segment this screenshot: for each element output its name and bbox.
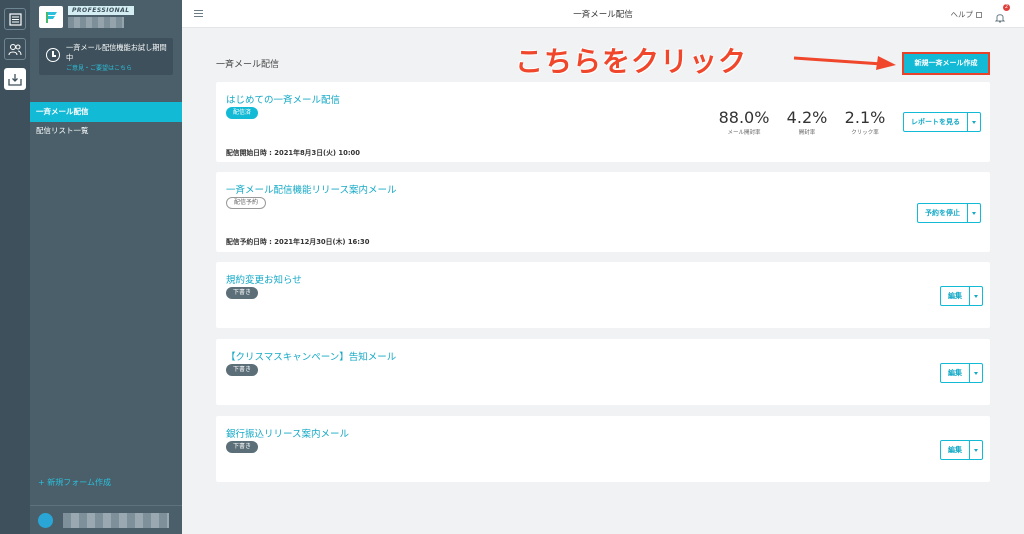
status-badge: 配信予約 [226, 197, 267, 209]
section-title: 一斉メール配信 [216, 60, 280, 70]
feedback-link[interactable]: ご意見・ご要望はこちら [66, 63, 132, 72]
stat-value: 2.1% [844, 108, 886, 127]
external-link-icon [976, 12, 982, 18]
account-name-redacted [68, 17, 124, 28]
stat-open-rate: 4.2% 開封率 [782, 108, 832, 136]
delivery-datetime: 配信開始日時 : 2021年8月3日(火) 10:00 [226, 149, 361, 157]
edit-button[interactable]: 編集 [941, 364, 970, 382]
campaign-card[interactable]: 規約変更お知らせ 下書き 編集 [216, 262, 990, 328]
stat-value: 4.2% [786, 108, 828, 127]
report-button-group: レポートを見る [903, 112, 981, 132]
clock-icon [46, 48, 60, 62]
create-bulk-mail-button[interactable]: 新規一斉メール作成 [902, 52, 990, 75]
status-badge: 下書き [226, 441, 259, 453]
plan-badge: PROFESSIONAL [68, 6, 134, 15]
help-link[interactable]: ヘルプ [950, 9, 982, 20]
notification-count: 2 [1003, 4, 1010, 11]
edit-button[interactable]: 編集 [941, 287, 970, 305]
chevron-down-icon [974, 371, 978, 375]
icon-rail [0, 0, 30, 534]
user-account[interactable] [30, 505, 182, 534]
chevron-down-icon [972, 211, 976, 215]
stat-label: クリック率 [851, 130, 879, 136]
stop-schedule-button[interactable]: 予約を停止 [918, 204, 968, 222]
annotation-arrow-icon [793, 56, 896, 70]
chevron-down-icon [974, 448, 978, 452]
campaign-card[interactable]: 一斉メール配信機能リリース案内メール 配信予約 配信予約日時 : 2021年12… [216, 172, 990, 252]
campaign-title[interactable]: 銀行振込リリース案内メール [226, 426, 349, 440]
stop-schedule-button-group: 予約を停止 [917, 203, 981, 223]
top-bar: 一斉メール配信 ヘルプ 2 [182, 0, 1024, 28]
stat-label: 開封率 [798, 130, 816, 136]
chevron-down-icon [972, 120, 976, 124]
view-report-button[interactable]: レポートを見る [904, 113, 968, 131]
report-dropdown-toggle[interactable] [968, 113, 980, 131]
campaign-card[interactable]: はじめての一斉メール配信 配信済 配信開始日時 : 2021年8月3日(火) 1… [216, 82, 990, 162]
contacts-icon[interactable] [4, 38, 26, 60]
edit-dropdown-toggle[interactable] [970, 441, 982, 459]
edit-dropdown-toggle[interactable] [970, 364, 982, 382]
stat-label: メール開封率 [727, 130, 761, 136]
schedule-dropdown-toggle[interactable] [968, 204, 980, 222]
sidebar: PROFESSIONAL 一斉メール配信機能お試し期間中 ご意見・ご要望はこちら… [30, 0, 182, 534]
edit-button-group: 編集 [940, 440, 983, 460]
stat-open-rate-mail: 88.0% メール開封率 [716, 108, 772, 136]
chevron-down-icon [974, 294, 978, 298]
stat-value: 88.0% [718, 108, 770, 127]
form-list-icon[interactable] [4, 8, 26, 30]
campaign-title[interactable]: 一斉メール配信機能リリース案内メール [226, 182, 397, 196]
edit-dropdown-toggle[interactable] [970, 287, 982, 305]
trial-text: 一斉メール配信機能お試し期間中 [66, 43, 167, 62]
campaign-title[interactable]: 【クリスマスキャンペーン】告知メール [226, 349, 396, 363]
new-form-link[interactable]: + 新規フォーム作成 [38, 477, 111, 488]
campaign-title[interactable]: 規約変更お知らせ [226, 272, 302, 286]
campaign-card[interactable]: 【クリスマスキャンペーン】告知メール 下書き 編集 [216, 339, 990, 405]
campaign-card[interactable]: 銀行振込リリース案内メール 下書き 編集 [216, 416, 990, 482]
page-title: 一斉メール配信 [573, 10, 633, 20]
edit-button-group: 編集 [940, 363, 983, 383]
campaign-title[interactable]: はじめての一斉メール配信 [226, 92, 340, 106]
status-badge: 配信済 [226, 107, 259, 119]
trial-notice: 一斉メール配信機能お試し期間中 ご意見・ご要望はこちら [39, 38, 173, 75]
edit-button[interactable]: 編集 [941, 441, 970, 459]
brand-logo[interactable] [39, 6, 63, 28]
status-badge: 下書き [226, 287, 259, 299]
click-here-annotation: こちらをクリック [515, 45, 748, 78]
delivery-datetime: 配信予約日時 : 2021年12月30日(木) 16:30 [226, 238, 370, 246]
status-badge: 下書き [226, 364, 259, 376]
nav-item-delivery-lists[interactable]: 配信リスト一覧 [30, 121, 182, 141]
help-label: ヘルプ [950, 10, 974, 19]
edit-button-group: 編集 [940, 286, 983, 306]
stat-click-rate: 2.1% クリック率 [840, 108, 890, 136]
mail-inbox-icon[interactable] [4, 68, 26, 90]
avatar [38, 513, 53, 528]
user-name-redacted [63, 513, 169, 528]
nav-item-bulk-mail[interactable]: 一斉メール配信 [30, 102, 182, 122]
